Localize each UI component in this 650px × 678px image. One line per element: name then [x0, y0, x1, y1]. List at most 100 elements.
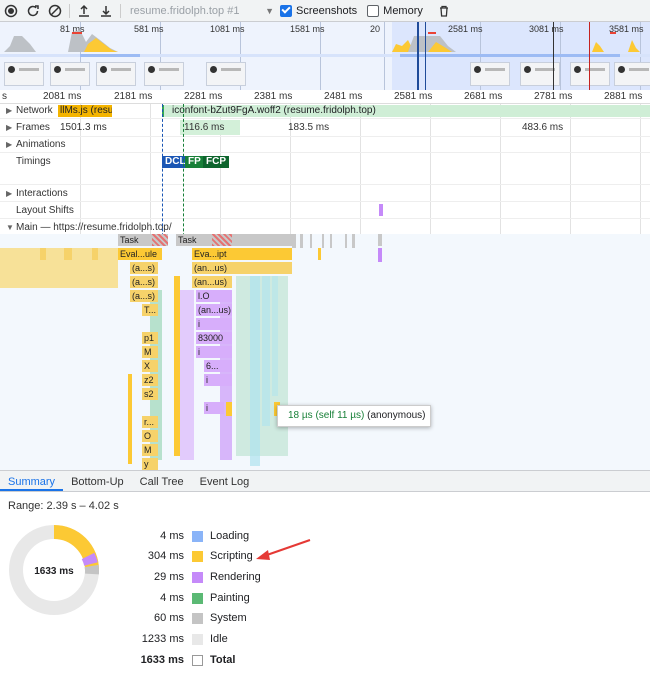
flame-bar[interactable]: i — [204, 374, 232, 386]
ruler-tick: 2081 ms — [43, 91, 82, 102]
flame-bar[interactable]: p1 — [142, 332, 158, 344]
expand-triangle-icon: ▶ — [6, 106, 13, 115]
flame-bar[interactable]: y — [142, 458, 158, 470]
recording-select[interactable]: resume.fridolph.top #1 ▼ — [130, 5, 280, 17]
frames-track-label[interactable]: ▶ Frames — [6, 122, 50, 133]
main-track[interactable]: ▼ Main — https://resume.fridolph.top/ — [0, 218, 650, 234]
fcp-marker[interactable]: FCP — [203, 156, 229, 168]
frame-duration[interactable]: 116.6 ms — [184, 122, 224, 133]
network-request-bar[interactable]: llMs.js (resu... — [58, 105, 112, 117]
frame-duration[interactable]: 483.6 ms — [522, 122, 563, 133]
legend-value: 4 ms — [160, 530, 184, 542]
checkbox-unchecked-icon — [367, 4, 380, 17]
legend-label: Loading — [210, 530, 250, 542]
screenshot-thumbnail[interactable] — [520, 62, 560, 86]
timeline-overview[interactable]: 81 ms 581 ms 1081 ms 1581 ms 20 2581 ms … — [0, 22, 650, 90]
overview-marker-line — [417, 22, 419, 90]
animations-track-label[interactable]: ▶ Animations — [6, 139, 65, 150]
annotation-arrow — [256, 539, 311, 560]
ruler-tick: s — [2, 91, 7, 102]
legend-label: Rendering — [210, 571, 261, 583]
flame-bar[interactable]: Eval...ule — [118, 248, 162, 260]
frame-duration[interactable]: 1501.3 ms — [60, 122, 107, 133]
main-flame-chart[interactable]: Task Task Eval...ule (a...s) (a...s) (a.… — [0, 234, 650, 470]
ruler-tick: 2581 ms — [394, 91, 433, 102]
timings-track[interactable]: Timings DCL FP FCP — [0, 152, 650, 184]
screenshot-thumbnail[interactable] — [470, 62, 510, 86]
legend-value: 304 ms — [147, 550, 184, 562]
flame-bar[interactable]: i — [196, 318, 232, 330]
flame-bar[interactable]: X — [142, 360, 158, 372]
flame-bar[interactable]: i — [204, 402, 224, 414]
legend-label: System — [210, 612, 247, 624]
flame-bar[interactable]: 6... — [204, 360, 232, 372]
flame-bar[interactable]: (a...s) — [130, 262, 158, 274]
legend-swatch — [192, 593, 203, 604]
frames-track[interactable]: ▶ Frames 1501.3 ms 116.6 ms 183.5 ms 483.… — [0, 118, 650, 136]
memory-checkbox[interactable]: Memory — [367, 4, 423, 17]
tab-event-log[interactable]: Event Log — [192, 471, 258, 491]
screenshot-thumbnail[interactable] — [144, 62, 184, 86]
flame-bar[interactable]: T... — [142, 304, 158, 316]
frame-duration[interactable]: 183.5 ms — [288, 122, 329, 133]
flame-bar[interactable]: l.O — [196, 290, 232, 302]
screenshots-label: Screenshots — [296, 4, 358, 17]
screenshot-thumbnail[interactable] — [96, 62, 136, 86]
flame-bar[interactable]: (an...us) — [192, 262, 232, 274]
trash-icon[interactable] — [433, 0, 455, 22]
flame-bar[interactable]: M — [142, 346, 158, 358]
fp-marker[interactable]: FP — [185, 156, 204, 168]
screenshot-thumbnail[interactable] — [570, 62, 610, 86]
interactions-track-label[interactable]: ▶ Interactions — [6, 188, 68, 199]
layout-shifts-track[interactable]: Layout Shifts — [0, 201, 650, 218]
legend-value: 60 ms — [154, 612, 184, 624]
tab-summary[interactable]: Summary — [0, 471, 64, 491]
overview-marker-line — [425, 22, 426, 90]
legend-row-system: 60 ms System — [100, 612, 320, 626]
interactions-track[interactable]: ▶ Interactions — [0, 184, 650, 201]
toolbar-divider — [120, 3, 121, 18]
screenshot-thumbnail[interactable] — [614, 62, 650, 86]
flame-bar[interactable]: (an...us) — [192, 276, 232, 288]
screenshots-checkbox[interactable]: Screenshots — [280, 4, 358, 17]
ruler-tick: 2481 ms — [324, 91, 363, 102]
flame-bar[interactable]: s2 — [142, 388, 158, 400]
layout-shift-marker[interactable] — [379, 204, 383, 216]
details-tabs: Summary Bottom-Up Call Tree Event Log — [0, 470, 650, 492]
screenshot-thumbnail[interactable] — [4, 62, 44, 86]
main-track-label[interactable]: ▼ Main — https://resume.fridolph.top/ — [6, 222, 172, 233]
tab-call-tree[interactable]: Call Tree — [132, 471, 192, 491]
ruler-tick: 2781 ms — [534, 91, 573, 102]
flame-bar[interactable]: (a...s) — [130, 276, 158, 288]
screenshot-thumbnail[interactable] — [50, 62, 90, 86]
flame-bar[interactable]: r... — [142, 416, 158, 428]
flame-bar[interactable]: z2 — [142, 374, 158, 386]
flame-bar[interactable]: (an...us) — [196, 304, 232, 316]
flame-bar[interactable]: (a...s) — [130, 290, 158, 302]
legend-swatch — [192, 613, 203, 624]
record-icon[interactable] — [0, 0, 22, 22]
network-request-bar[interactable]: iconfont-bZut9FgA.woff2 (resume.fridolph… — [162, 105, 650, 117]
download-icon[interactable] — [95, 0, 117, 22]
clear-icon[interactable] — [44, 0, 66, 22]
expand-triangle-icon: ▶ — [6, 123, 13, 132]
tab-bottom-up[interactable]: Bottom-Up — [63, 471, 132, 491]
flame-bar[interactable]: O — [142, 430, 158, 442]
legend-swatch — [192, 572, 203, 583]
upload-icon[interactable] — [73, 0, 95, 22]
flame-bar[interactable]: 83000 — [196, 332, 232, 344]
screenshot-thumbnail[interactable] — [206, 62, 246, 86]
flame-bar[interactable]: M — [142, 444, 158, 456]
flame-bar[interactable]: Eva...ipt — [192, 248, 232, 260]
legend-swatch — [192, 655, 203, 666]
legend-swatch — [192, 551, 203, 562]
ruler-tick: 2181 ms — [114, 91, 153, 102]
network-track-label[interactable]: ▶ Network — [6, 105, 53, 116]
reload-icon[interactable] — [22, 0, 44, 22]
memory-label: Memory — [383, 4, 423, 17]
animations-track[interactable]: ▶ Animations — [0, 136, 650, 152]
flame-bar[interactable]: i — [196, 346, 232, 358]
legend-label: Total — [210, 654, 236, 666]
network-track[interactable]: ▶Network llMs.js (resu... iconfont-bZut9… — [0, 104, 650, 118]
expand-triangle-icon: ▶ — [6, 189, 13, 198]
